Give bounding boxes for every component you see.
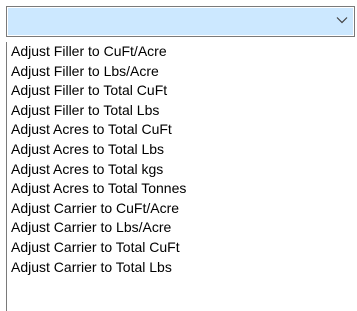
list-item-adjust-acres-to-total-tonnes[interactable]: Adjust Acres to Total Tonnes (7, 179, 357, 199)
list-item-adjust-acres-to-total-cuft[interactable]: Adjust Acres to Total CuFt (7, 120, 357, 140)
list-item-adjust-carrier-to-total-cuft[interactable]: Adjust Carrier to Total CuFt (7, 238, 357, 258)
adjust-combo-box[interactable] (6, 6, 355, 37)
dropdown-list[interactable]: Adjust Filler to CuFt/Acre Adjust Filler… (6, 42, 357, 311)
combo-selected-value[interactable] (8, 8, 353, 35)
list-item-adjust-filler-to-cuft-acre[interactable]: Adjust Filler to CuFt/Acre (7, 42, 357, 62)
list-item-adjust-carrier-to-cuft-acre[interactable]: Adjust Carrier to CuFt/Acre (7, 199, 357, 219)
adjust-dropdown[interactable]: Adjust Filler to CuFt/Acre Adjust Filler… (6, 6, 357, 311)
list-item-adjust-carrier-to-total-lbs[interactable]: Adjust Carrier to Total Lbs (7, 258, 357, 278)
list-item-adjust-filler-to-total-cuft[interactable]: Adjust Filler to Total CuFt (7, 81, 357, 101)
list-item-adjust-acres-to-total-lbs[interactable]: Adjust Acres to Total Lbs (7, 140, 357, 160)
chevron-down-icon[interactable] (336, 16, 348, 24)
list-item-adjust-filler-to-lbs-acre[interactable]: Adjust Filler to Lbs/Acre (7, 62, 357, 82)
list-item-adjust-filler-to-total-lbs[interactable]: Adjust Filler to Total Lbs (7, 101, 357, 121)
list-item-adjust-carrier-to-lbs-acre[interactable]: Adjust Carrier to Lbs/Acre (7, 218, 357, 238)
list-item-adjust-acres-to-total-kgs[interactable]: Adjust Acres to Total kgs (7, 160, 357, 180)
